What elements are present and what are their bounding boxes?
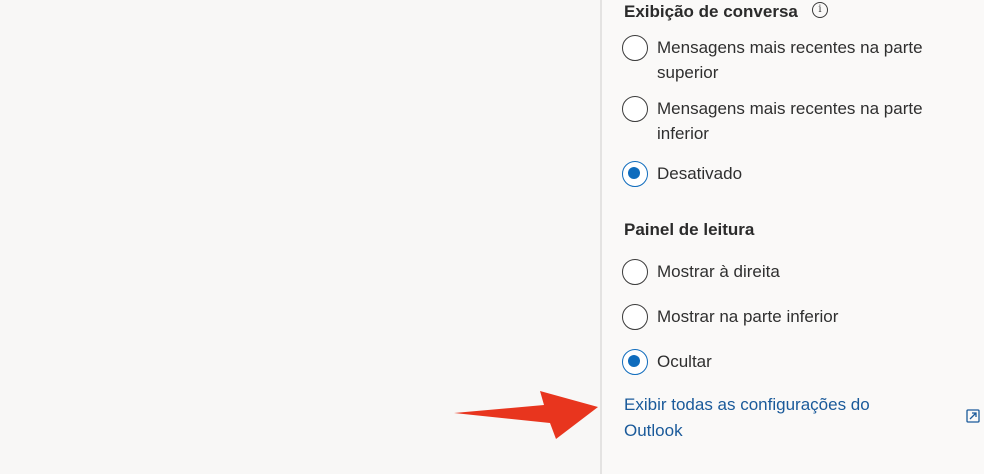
radio-button[interactable] [622,259,648,285]
conversation-view-heading: Exibição de conversa [624,2,798,21]
reading-pane-heading: Painel de leitura [624,220,755,239]
option-label: Ocultar [657,352,712,371]
option-newest-on-bottom[interactable]: Mensagens mais recentes na parte inferio… [622,96,952,148]
option-label: Desativado [657,164,743,183]
option-off[interactable]: Desativado [622,161,952,189]
option-label: Mensagens mais recentes na parte superio… [657,38,923,82]
open-in-new-window-icon[interactable] [966,409,980,423]
red-arrow-annotation [454,391,598,439]
option-newest-on-top[interactable]: Mensagens mais recentes na parte superio… [622,35,952,87]
option-show-bottom[interactable]: Mostrar na parte inferior [622,304,952,332]
option-label: Mostrar na parte inferior [657,307,839,326]
radio-button-selected[interactable] [622,349,648,375]
radio-button[interactable] [622,96,648,122]
quick-settings-panel: Exibição de conversa i Mensagens mais re… [602,0,984,474]
radio-button-selected[interactable] [622,161,648,187]
option-show-right[interactable]: Mostrar à direita [622,259,952,287]
radio-button[interactable] [622,35,648,61]
option-label: Mensagens mais recentes na parte inferio… [657,99,923,143]
radio-button[interactable] [622,304,648,330]
outlook-window: Exibição de conversa i Mensagens mais re… [0,0,984,474]
option-label: Mostrar à direita [657,262,780,281]
info-icon[interactable]: i [812,2,828,18]
view-all-outlook-settings-link[interactable]: Exibir todas as configurações do Outlook [624,392,924,444]
option-hide[interactable]: Ocultar [622,349,952,377]
